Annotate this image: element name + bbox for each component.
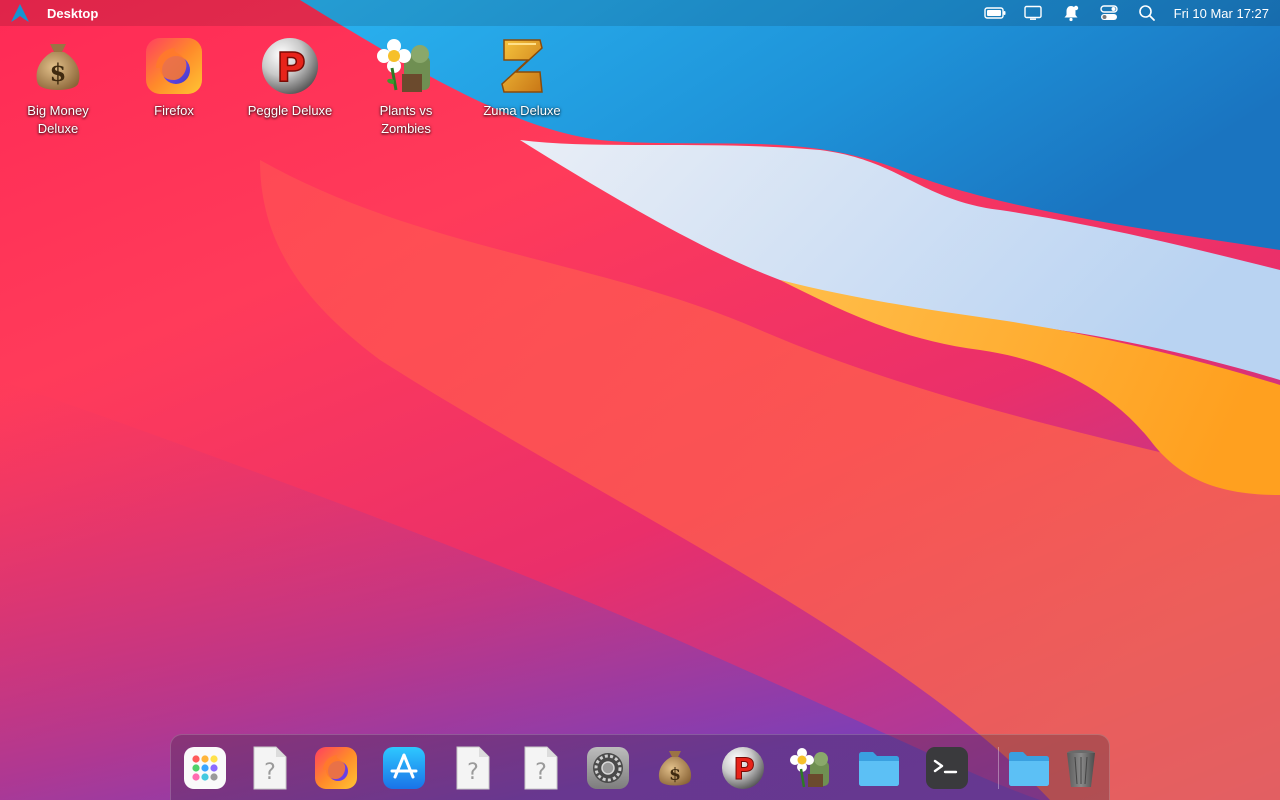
unknown-file-icon: ? — [524, 746, 558, 790]
dock-item-firefox[interactable] — [313, 745, 359, 791]
top-bar: Desktop Fri 10 Mar 17:27 — [0, 0, 1280, 26]
dock-item-unknown-file[interactable]: ? — [246, 745, 292, 791]
zuma-icon — [501, 39, 543, 93]
unknown-file-icon: ? — [456, 746, 490, 790]
dock-item-plants-vs-zombies[interactable] — [788, 745, 834, 791]
dock-item-system-settings[interactable] — [585, 745, 631, 791]
arch-logo-icon[interactable] — [8, 2, 32, 24]
control-center-icon[interactable] — [1098, 2, 1120, 24]
dock-separator — [998, 747, 999, 789]
svg-text:$: $ — [50, 58, 67, 87]
dock-item-folder[interactable] — [856, 745, 902, 791]
dock-item-terminal[interactable] — [924, 745, 970, 791]
svg-text:P: P — [733, 752, 754, 786]
unknown-file-icon: ? — [253, 746, 287, 790]
money-bag-icon: $ — [36, 44, 80, 90]
dock-item-unknown-file[interactable]: ? — [517, 745, 563, 791]
desktop-icon-label: Plants vs Zombies — [379, 103, 433, 136]
desktop-icon-big-money-deluxe[interactable]: $ Big Money Deluxe — [8, 34, 108, 138]
svg-text:?: ? — [264, 760, 276, 785]
desktop-icon-label: Peggle Deluxe — [247, 103, 333, 118]
trash-icon — [1067, 750, 1095, 787]
svg-text:?: ? — [535, 760, 547, 785]
active-window-title[interactable]: Desktop — [47, 6, 98, 21]
dock-item-trash[interactable] — [1058, 745, 1104, 791]
battery-icon[interactable] — [983, 2, 1006, 24]
terminal-icon — [926, 747, 968, 789]
dock-item-app-store[interactable] — [381, 745, 427, 791]
system-settings-icon — [587, 747, 629, 789]
dock-item-folder[interactable] — [1006, 745, 1052, 791]
dock-item-peggle-deluxe[interactable]: P — [720, 745, 766, 791]
launchpad-icon — [184, 747, 226, 789]
money-bag-icon: $ — [658, 751, 692, 786]
desktop-icon-zuma-deluxe[interactable]: Zuma Deluxe — [472, 34, 572, 120]
search-icon[interactable] — [1136, 2, 1158, 24]
desktop-wallpaper — [0, 0, 1280, 800]
svg-text:P: P — [276, 45, 305, 91]
plants-vs-zombies-icon — [790, 748, 829, 788]
display-icon[interactable] — [1022, 2, 1044, 24]
notification-bell-icon[interactable] — [1060, 2, 1082, 24]
desktop-icon-peggle-deluxe[interactable]: P Peggle Deluxe — [240, 34, 340, 120]
peggle-icon: P — [722, 747, 764, 789]
folder-icon — [1009, 752, 1049, 786]
desktop-icon-label: Firefox — [154, 103, 194, 118]
dock-item-launchpad[interactable] — [182, 745, 228, 791]
peggle-icon: P — [262, 38, 318, 94]
firefox-icon — [315, 747, 357, 789]
svg-text:$: $ — [669, 765, 681, 785]
folder-icon — [859, 752, 899, 786]
firefox-icon — [146, 38, 202, 94]
desktop-icon-firefox[interactable]: Firefox — [124, 34, 224, 120]
dock-item-unknown-file[interactable]: ? — [449, 745, 495, 791]
app-store-icon — [383, 747, 425, 789]
desktop-icon-label: Zuma Deluxe — [483, 103, 561, 118]
svg-text:?: ? — [467, 760, 479, 785]
dock: ? ? ? $ P — [170, 734, 1110, 800]
clock[interactable]: Fri 10 Mar 17:27 — [1174, 6, 1269, 21]
desktop-icon-label: Big Money Deluxe — [27, 103, 89, 136]
plants-vs-zombies-icon — [377, 39, 430, 92]
desktop-icon-plants-vs-zombies[interactable]: Plants vs Zombies — [356, 34, 456, 138]
dock-item-big-money-deluxe[interactable]: $ — [652, 745, 698, 791]
